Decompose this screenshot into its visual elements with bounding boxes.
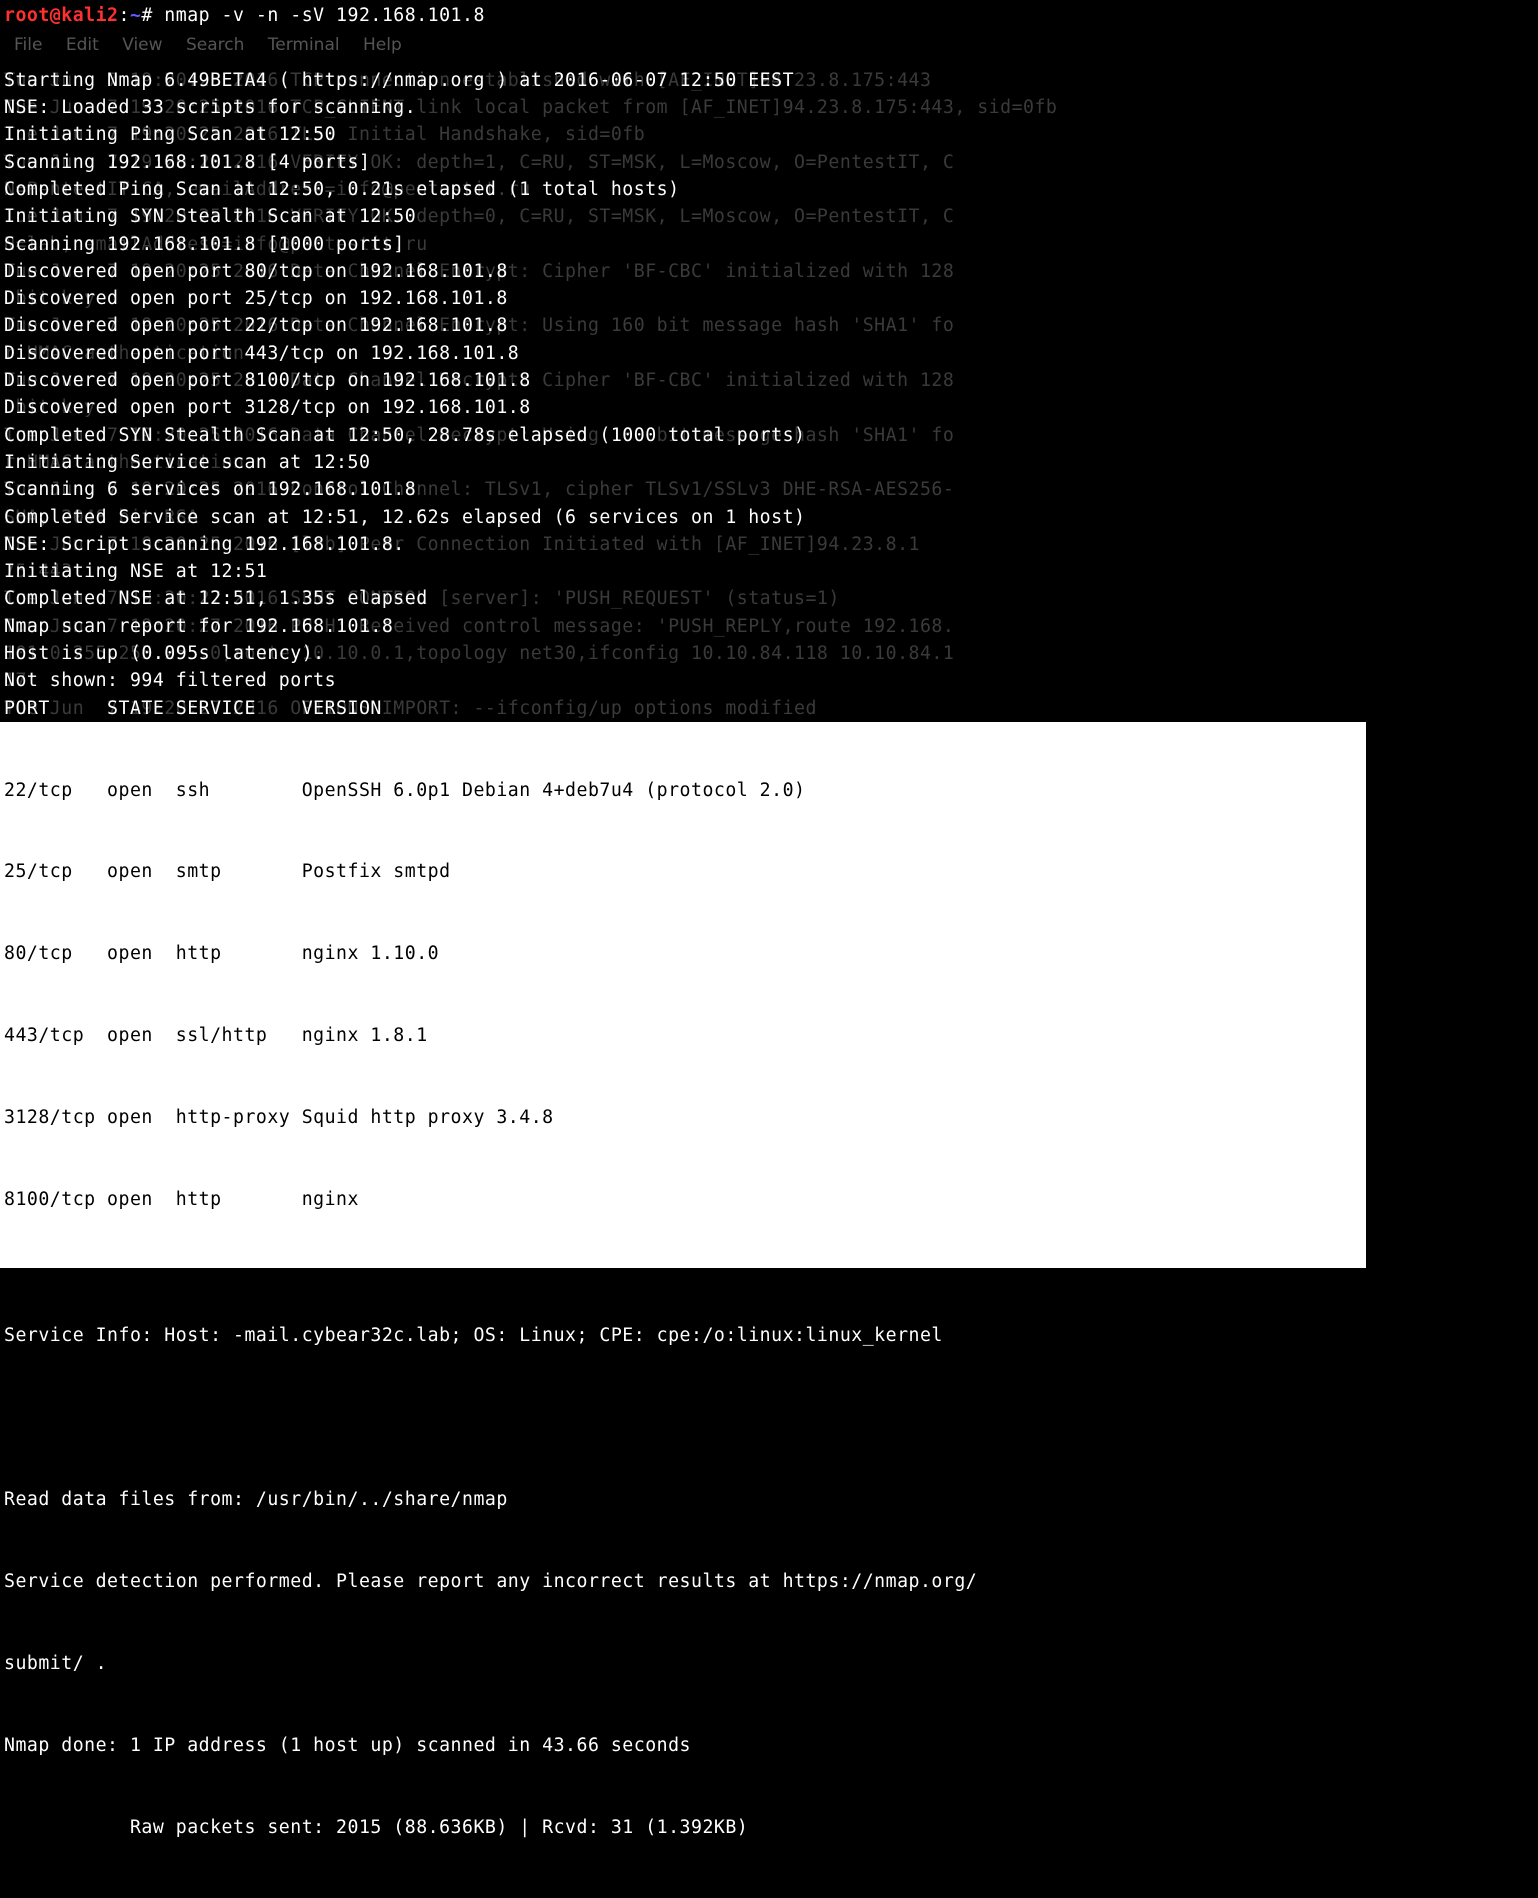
output-line: Service detection performed. Please repo… xyxy=(4,1568,1534,1595)
terminal-window[interactable]: root@kali2:~# nmap -v -n -sV 192.168.101… xyxy=(0,0,1538,1898)
port-row: 3128/tcp open http-proxy Squid http prox… xyxy=(4,1104,1362,1131)
output-line: NSE: Loaded 33 scripts for scanning. xyxy=(4,97,416,118)
output-line: Discovered open port 80/tcp on 192.168.1… xyxy=(4,261,508,282)
output-line: submit/ . xyxy=(4,1650,1534,1677)
output-line: Nmap scan report for 192.168.101.8 xyxy=(4,616,393,637)
output-line: Completed SYN Stealth Scan at 12:50, 28.… xyxy=(4,425,806,446)
output-line: Initiating SYN Stealth Scan at 12:50 xyxy=(4,206,416,227)
port-table-header: PORT STATE SERVICE VERSION xyxy=(4,698,382,719)
output-line: Discovered open port 8100/tcp on 192.168… xyxy=(4,370,531,391)
output-line: Service Info: Host: -mail.cybear32c.lab;… xyxy=(4,1322,1534,1349)
output-line: Discovered open port 25/tcp on 192.168.1… xyxy=(4,288,508,309)
open-ports-table: 22/tcp open ssh OpenSSH 6.0p1 Debian 4+d… xyxy=(0,722,1366,1268)
output-line: Not shown: 994 filtered ports xyxy=(4,670,336,691)
menu-edit[interactable]: Edit xyxy=(66,35,99,55)
output-line: Discovered open port 3128/tcp on 192.168… xyxy=(4,397,531,418)
prompt-line: root@kali2:~# nmap -v -n -sV 192.168.101… xyxy=(4,2,1534,29)
prompt-cwd: ~ xyxy=(130,5,141,26)
nmap-footer-block: Service Info: Host: -mail.cybear32c.lab;… xyxy=(4,1268,1534,1896)
menu-file[interactable]: File xyxy=(14,35,42,55)
output-line: Completed Ping Scan at 12:50, 0.21s elap… xyxy=(4,179,680,200)
port-row: 25/tcp open smtp Postfix smtpd xyxy=(4,858,1362,885)
command-text[interactable]: nmap -v -n -sV 192.168.101.8 xyxy=(153,5,485,26)
output-line: Completed NSE at 12:51, 1.35s elapsed xyxy=(4,588,428,609)
nmap-output-block: Tue Jun 7 19:20:25 2016 TCP connection e… xyxy=(4,67,1534,722)
menubar-ghost: File Edit View Search Terminal Help xyxy=(4,31,1534,67)
output-line: Discovered open port 443/tcp on 192.168.… xyxy=(4,343,519,364)
menu-search[interactable]: Search xyxy=(186,35,244,55)
port-row: 8100/tcp open http nginx xyxy=(4,1186,1362,1213)
output-line: Scanning 6 services on 192.168.101.8 xyxy=(4,479,416,500)
output-line: Nmap done: 1 IP address (1 host up) scan… xyxy=(4,1732,1534,1759)
output-line: Completed Service scan at 12:51, 12.62s … xyxy=(4,507,806,528)
output-line: Scanning 192.168.101.8 [1000 ports] xyxy=(4,234,405,255)
menu-help[interactable]: Help xyxy=(363,35,402,55)
prompt-user-host: root@kali2 xyxy=(4,5,119,26)
output-line: Raw packets sent: 2015 (88.636KB) | Rcvd… xyxy=(4,1814,1534,1841)
output-line: Initiating Ping Scan at 12:50 xyxy=(4,124,336,145)
prompt-hash: # xyxy=(141,5,152,26)
menu-view[interactable]: View xyxy=(122,35,162,55)
output-line: Read data files from: /usr/bin/../share/… xyxy=(4,1486,1534,1513)
output-line: Initiating Service scan at 12:50 xyxy=(4,452,370,473)
port-row: 443/tcp open ssl/http nginx 1.8.1 xyxy=(4,1022,1362,1049)
prompt-colon: : xyxy=(119,5,130,26)
output-line: Initiating NSE at 12:51 xyxy=(4,561,267,582)
output-line: Scanning 192.168.101.8 [4 ports] xyxy=(4,152,370,173)
output-line: NSE: Script scanning 192.168.101.8. xyxy=(4,534,405,555)
output-line: Starting Nmap 6.49BETA4 ( https://nmap.o… xyxy=(4,70,794,91)
menu-terminal[interactable]: Terminal xyxy=(268,35,340,55)
port-row: 22/tcp open ssh OpenSSH 6.0p1 Debian 4+d… xyxy=(4,777,1362,804)
output-line: Host is up (0.095s latency). xyxy=(4,643,325,664)
output-line xyxy=(4,1404,1534,1431)
port-row: 80/tcp open http nginx 1.10.0 xyxy=(4,940,1362,967)
output-line: Discovered open port 22/tcp on 192.168.1… xyxy=(4,315,508,336)
